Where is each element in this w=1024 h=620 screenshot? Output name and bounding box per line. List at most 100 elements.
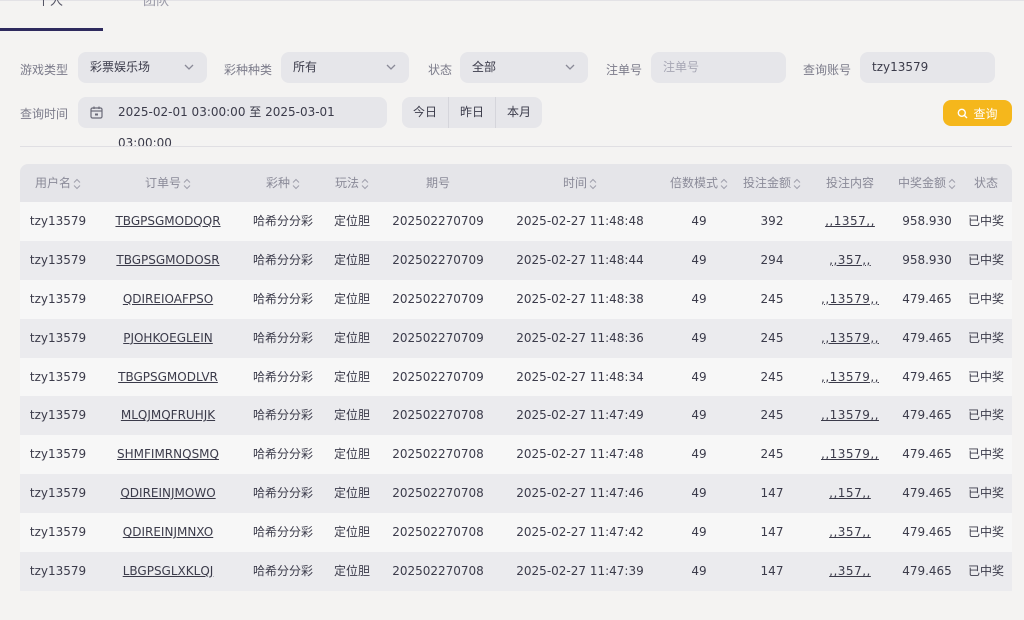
cell-time: 2025-02-27 11:47:42	[516, 525, 644, 540]
lottery-type-select[interactable]: 所有	[281, 52, 409, 83]
cell-status: 已中奖	[967, 214, 1005, 228]
cell-bet-content[interactable]: ,,13579,,	[821, 435, 879, 474]
cell-win-amount: 958.930	[902, 214, 952, 228]
cell-bet-content[interactable]: ,,357,,	[829, 552, 871, 591]
cell-play-type: 定位胆	[333, 214, 371, 228]
cell-time: 2025-02-27 11:47:48	[516, 447, 644, 462]
yesterday-button[interactable]: 昨日	[449, 97, 497, 128]
cell-order-no[interactable]: TBGPSGMODOSR	[116, 241, 219, 280]
cell-order-no[interactable]: TBGPSGMODQQR	[115, 202, 220, 241]
cell-time: 2025-02-27 11:48:38	[516, 291, 644, 306]
tab-team[interactable]: 团队	[106, 0, 206, 10]
cell-bet-content[interactable]: ,,357,,	[829, 241, 871, 280]
cell-lottery: 哈希分分彩	[252, 330, 314, 345]
cell-order-no[interactable]: MLQJMQFRUHJK	[121, 396, 215, 435]
cell-time: 2025-02-27 11:48:48	[516, 214, 644, 228]
header-time[interactable]: 时间	[563, 164, 597, 202]
cell-issue-no: 202502270708	[392, 486, 484, 501]
header-issue-no: 期号	[426, 164, 450, 202]
table-row: tzy13579 LBGPSGLXKLQJ 哈希分分彩 定位胆 202502270708…	[20, 552, 1012, 591]
table-row: tzy13579 QDIREINJMOWO 哈希分分彩 定位胆 202502270708…	[20, 474, 1012, 514]
cell-status: 已中奖	[967, 291, 1005, 306]
calendar-icon	[90, 106, 103, 119]
this-month-button[interactable]: 本月	[496, 97, 542, 128]
header-status: 状态	[974, 164, 998, 202]
header-label: 订单号	[144, 176, 182, 190]
header-username[interactable]: 用户名	[35, 164, 81, 202]
today-button[interactable]: 今日	[402, 97, 450, 128]
cell-time: 2025-02-27 11:48:36	[516, 330, 644, 345]
cell-order-no[interactable]: SHMFIMRNQSMQ	[117, 435, 219, 474]
header-win-amount[interactable]: 中奖金额	[898, 164, 956, 202]
cell-bet-content[interactable]: ,,157,,	[829, 474, 871, 513]
cell-play-type: 定位胆	[333, 330, 371, 345]
time-range-picker[interactable]: 2025-02-01 03:00:00 至 2025-03-01 03:00:0…	[78, 97, 387, 150]
sort-icon[interactable]	[720, 178, 728, 190]
tab-personal[interactable]: 个人	[0, 0, 100, 10]
cell-issue-no: 202502270709	[392, 291, 484, 306]
cell-issue-no: 202502270708	[392, 525, 484, 540]
status-select[interactable]: 全部	[460, 52, 588, 83]
sort-icon[interactable]	[793, 178, 801, 190]
cell-multiplier: 49	[691, 214, 707, 228]
cell-win-amount: 479.465	[902, 291, 952, 306]
cell-bet-content[interactable]: ,,13579,,	[821, 396, 879, 435]
cell-win-amount: 958.930	[902, 252, 952, 267]
table-body: tzy13579 TBGPSGMODQQR 哈希分分彩 定位胆 202502270709…	[20, 202, 1012, 591]
cell-play-type: 定位胆	[333, 252, 371, 267]
cell-bet-content[interactable]: ,,13579,,	[821, 358, 879, 397]
header-bet-amount[interactable]: 投注金额	[743, 164, 801, 202]
cell-order-no[interactable]: PJOHKOEGLEIN	[123, 319, 213, 358]
cell-bet-amount: 245	[760, 291, 784, 306]
sort-icon[interactable]	[361, 178, 369, 190]
lottery-type-value: 所有	[293, 60, 318, 74]
cell-username: tzy13579	[29, 564, 87, 579]
header-label: 用户名	[34, 176, 72, 190]
search-icon	[958, 108, 968, 118]
header-order-no[interactable]: 订单号	[145, 164, 191, 202]
header-play-type[interactable]: 玩法	[335, 164, 369, 202]
cell-username: tzy13579	[29, 252, 87, 267]
tab-bar: 个人 团队	[0, 0, 1024, 32]
header-lottery[interactable]: 彩种	[266, 164, 300, 202]
cell-multiplier: 49	[691, 486, 707, 501]
cell-username: tzy13579	[29, 525, 87, 540]
status-label: 状态	[428, 63, 453, 77]
cell-lottery: 哈希分分彩	[252, 447, 314, 462]
cell-bet-content[interactable]: ,,13579,,	[821, 319, 879, 358]
header-bet-content: 投注内容	[826, 164, 874, 202]
cell-order-no[interactable]: QDIREINJMNXO	[123, 513, 213, 552]
cell-order-no[interactable]: TBGPSGMODLVR	[118, 358, 218, 397]
cell-play-type: 定位胆	[333, 525, 371, 540]
cell-bet-content[interactable]: ,,357,,	[829, 513, 871, 552]
cell-win-amount: 479.465	[902, 330, 952, 345]
cell-bet-amount: 147	[760, 525, 784, 540]
header-multiplier[interactable]: 倍数模式	[670, 164, 728, 202]
cell-lottery: 哈希分分彩	[252, 408, 314, 423]
cell-bet-content[interactable]: ,,1357,,	[825, 202, 875, 241]
game-type-select[interactable]: 彩票娱乐场	[78, 52, 207, 83]
cell-status: 已中奖	[967, 369, 1005, 384]
lottery-type-label: 彩种种类	[224, 63, 273, 77]
header-label: 倍数模式	[669, 176, 719, 190]
cell-order-no[interactable]: QDIREINJMOWO	[120, 474, 215, 513]
table-row: tzy13579 QDIREINJMNXO 哈希分分彩 定位胆 202502270708…	[20, 513, 1012, 553]
cell-win-amount: 479.465	[902, 369, 952, 384]
sort-icon[interactable]	[183, 178, 191, 190]
cell-multiplier: 49	[691, 252, 707, 267]
cell-order-no[interactable]: QDIREIOAFPSO	[123, 280, 213, 319]
cell-order-no[interactable]: LBGPSGLXKLQJ	[123, 552, 214, 591]
order-no-input[interactable]: 注单号	[651, 52, 786, 83]
account-input[interactable]: tzy13579	[860, 52, 995, 83]
sort-icon[interactable]	[292, 178, 300, 190]
cell-username: tzy13579	[29, 408, 87, 423]
sort-icon[interactable]	[73, 178, 81, 190]
table-row: tzy13579 SHMFIMRNQSMQ 哈希分分彩 定位胆 202502270708…	[20, 435, 1012, 475]
filter-divider	[20, 146, 1012, 147]
sort-icon[interactable]	[948, 178, 956, 190]
cell-bet-content[interactable]: ,,13579,,	[821, 280, 879, 319]
query-button[interactable]: 查询	[943, 100, 1012, 126]
order-no-placeholder: 注单号	[663, 60, 700, 74]
cell-bet-amount: 392	[760, 214, 784, 228]
sort-icon[interactable]	[589, 178, 597, 190]
